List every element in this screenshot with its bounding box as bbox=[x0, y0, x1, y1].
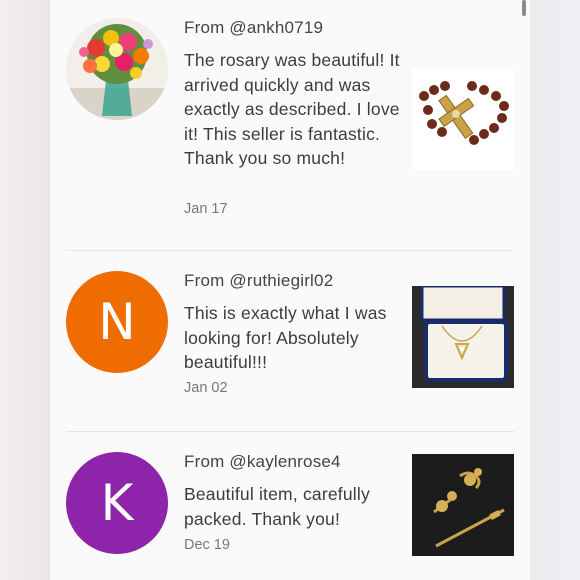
divider bbox=[66, 250, 514, 251]
rosary-icon bbox=[412, 68, 514, 170]
review-text: This is exactly what I was looking for! … bbox=[184, 303, 387, 373]
review-author[interactable]: From @ankh0719 bbox=[184, 18, 323, 38]
user-avatar-photo[interactable] bbox=[66, 18, 168, 120]
curtain-rod-finials-icon bbox=[412, 454, 514, 556]
avatar-letter: K bbox=[100, 474, 134, 532]
review-item: From @ankh0719 The rosary was beautiful!… bbox=[66, 18, 514, 228]
review-text: The rosary was beautiful! It arrived qui… bbox=[184, 50, 400, 169]
necklace-box-icon bbox=[412, 286, 514, 388]
item-thumbnail[interactable] bbox=[412, 286, 514, 388]
review-date: Jan 02 bbox=[184, 380, 228, 396]
avatar-letter: N bbox=[98, 293, 136, 351]
reviews-panel: From @ankh0719 The rosary was beautiful!… bbox=[50, 0, 530, 580]
user-avatar-letter[interactable]: K bbox=[66, 452, 168, 554]
review-author[interactable]: From @kaylenrose4 bbox=[184, 452, 341, 472]
review-date: Jan 17 bbox=[184, 201, 228, 217]
review-item: K From @kaylenrose4 Beautiful item, care… bbox=[66, 452, 514, 562]
review-date: Dec 19 bbox=[184, 537, 230, 553]
review-text: Beautiful item, carefully packed. Thank … bbox=[184, 484, 370, 529]
item-thumbnail[interactable] bbox=[412, 68, 514, 170]
review-author[interactable]: From @ruthiegirl02 bbox=[184, 271, 333, 291]
item-thumbnail[interactable] bbox=[412, 454, 514, 556]
divider bbox=[66, 431, 514, 432]
scrollbar-thumb[interactable] bbox=[522, 0, 526, 16]
flower-bouquet-icon bbox=[66, 18, 168, 120]
user-avatar-letter[interactable]: N bbox=[66, 271, 168, 373]
review-item: N From @ruthiegirl02 This is exactly wha… bbox=[66, 271, 514, 401]
